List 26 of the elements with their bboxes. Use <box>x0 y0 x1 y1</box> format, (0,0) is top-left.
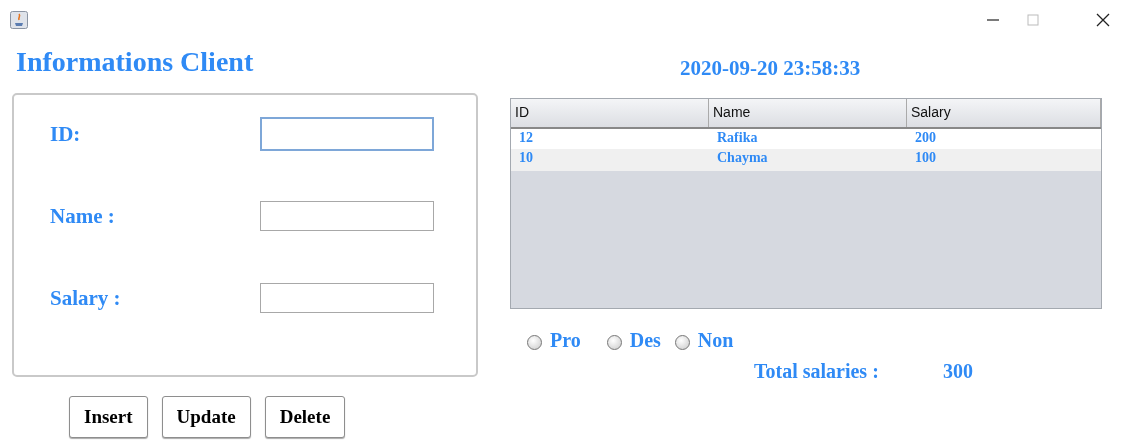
form-heading: Informations Client <box>16 46 255 78</box>
input-field[interactable] <box>260 283 434 313</box>
table-cell-text: 10 <box>518 149 534 167</box>
action-button[interactable]: Update <box>161 396 251 438</box>
field-label: Name : <box>50 203 116 229</box>
radio-button[interactable] <box>606 335 622 350</box>
total-label: Total salaries : <box>754 360 880 383</box>
total-value: 300 <box>943 360 973 383</box>
action-button[interactable]: Delete <box>264 396 346 438</box>
radio-button[interactable] <box>527 335 542 350</box>
field-label: Salary : <box>50 285 122 311</box>
input-field[interactable] <box>260 201 434 231</box>
column-header[interactable]: ID <box>511 99 709 127</box>
field-label: ID: <box>50 121 82 147</box>
table-cell-text: Chayma <box>716 149 769 167</box>
column-header[interactable]: Salary <box>907 99 1101 127</box>
app-icon <box>10 11 28 29</box>
column-header[interactable]: Name <box>709 99 907 127</box>
input-field[interactable] <box>260 117 434 151</box>
table-cell-text: Rafika <box>716 129 759 147</box>
table-cell-text: 12 <box>518 129 534 147</box>
table-cell-text: 200 <box>914 129 937 147</box>
radio-button[interactable] <box>674 335 690 350</box>
table-cell-text: 100 <box>914 149 937 167</box>
date-time: 2020-09-20 23:58:33 <box>680 56 862 82</box>
action-button[interactable]: Insert <box>69 396 148 438</box>
